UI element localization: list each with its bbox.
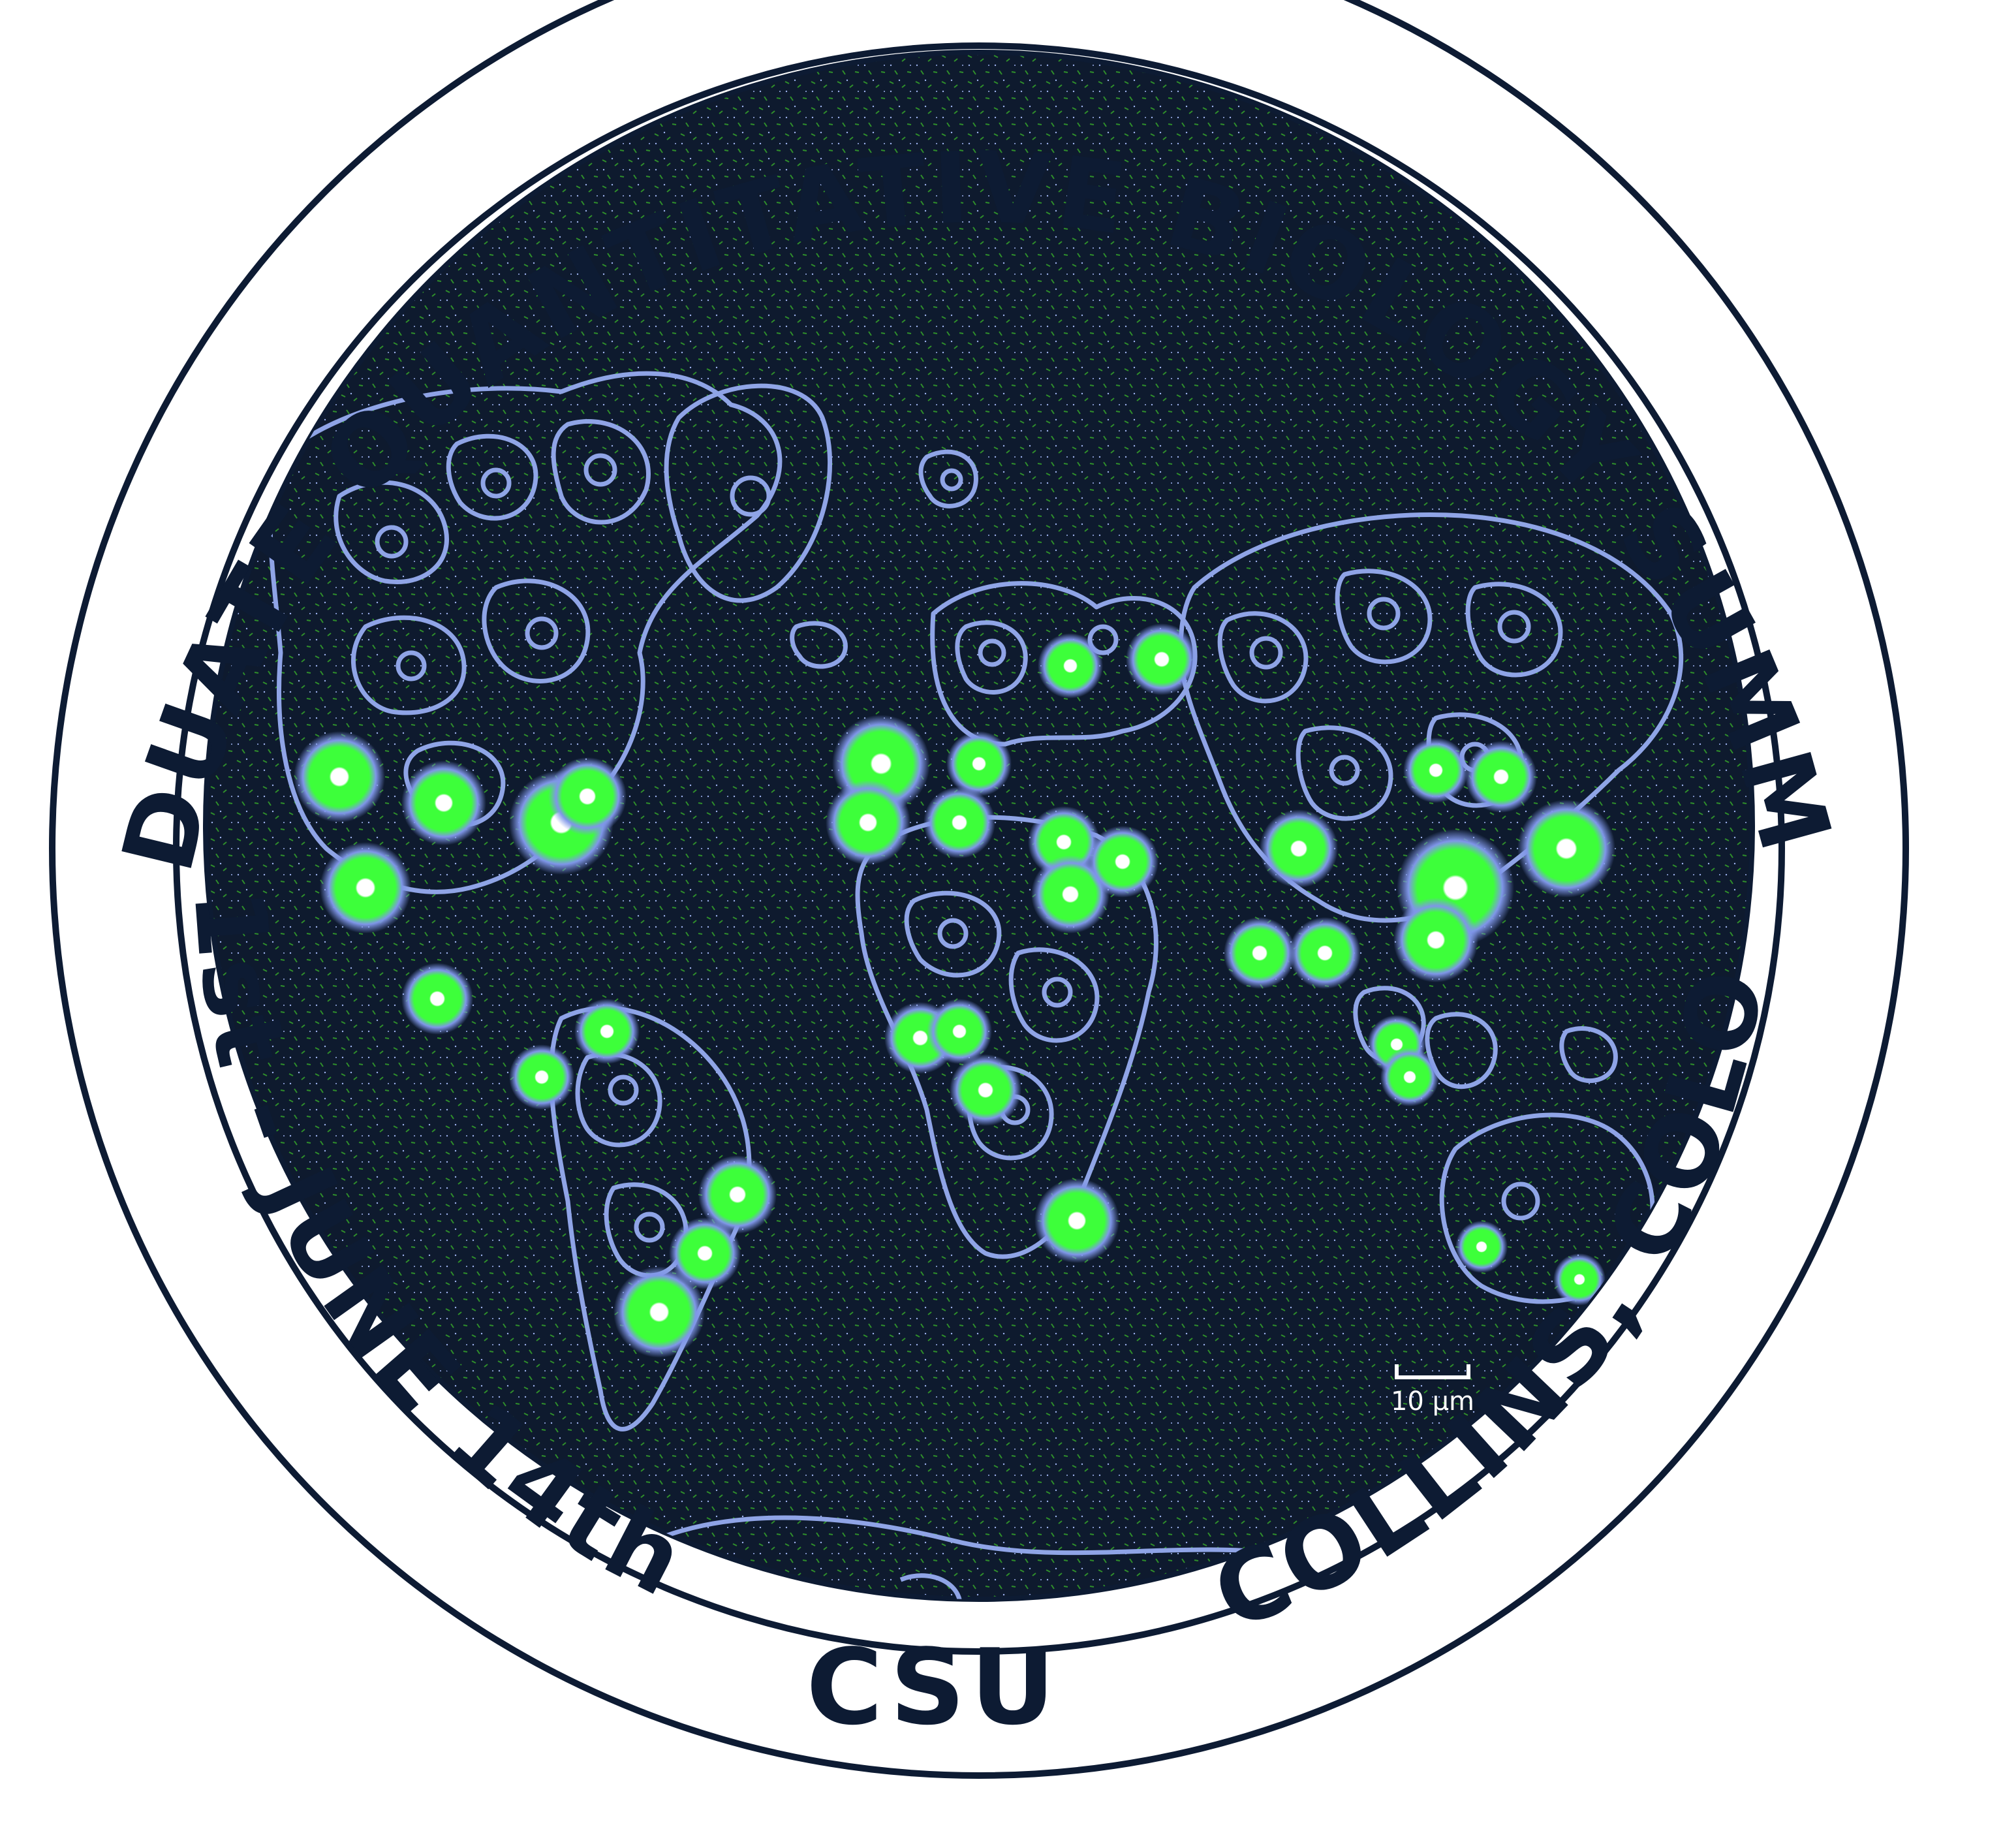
- csu-label: CSU: [806, 1626, 1061, 1748]
- summer-school-emblem: 10 μm UNDERGRADUATE QUANTITATIVE BIOLOGY…: [0, 0, 1909, 1779]
